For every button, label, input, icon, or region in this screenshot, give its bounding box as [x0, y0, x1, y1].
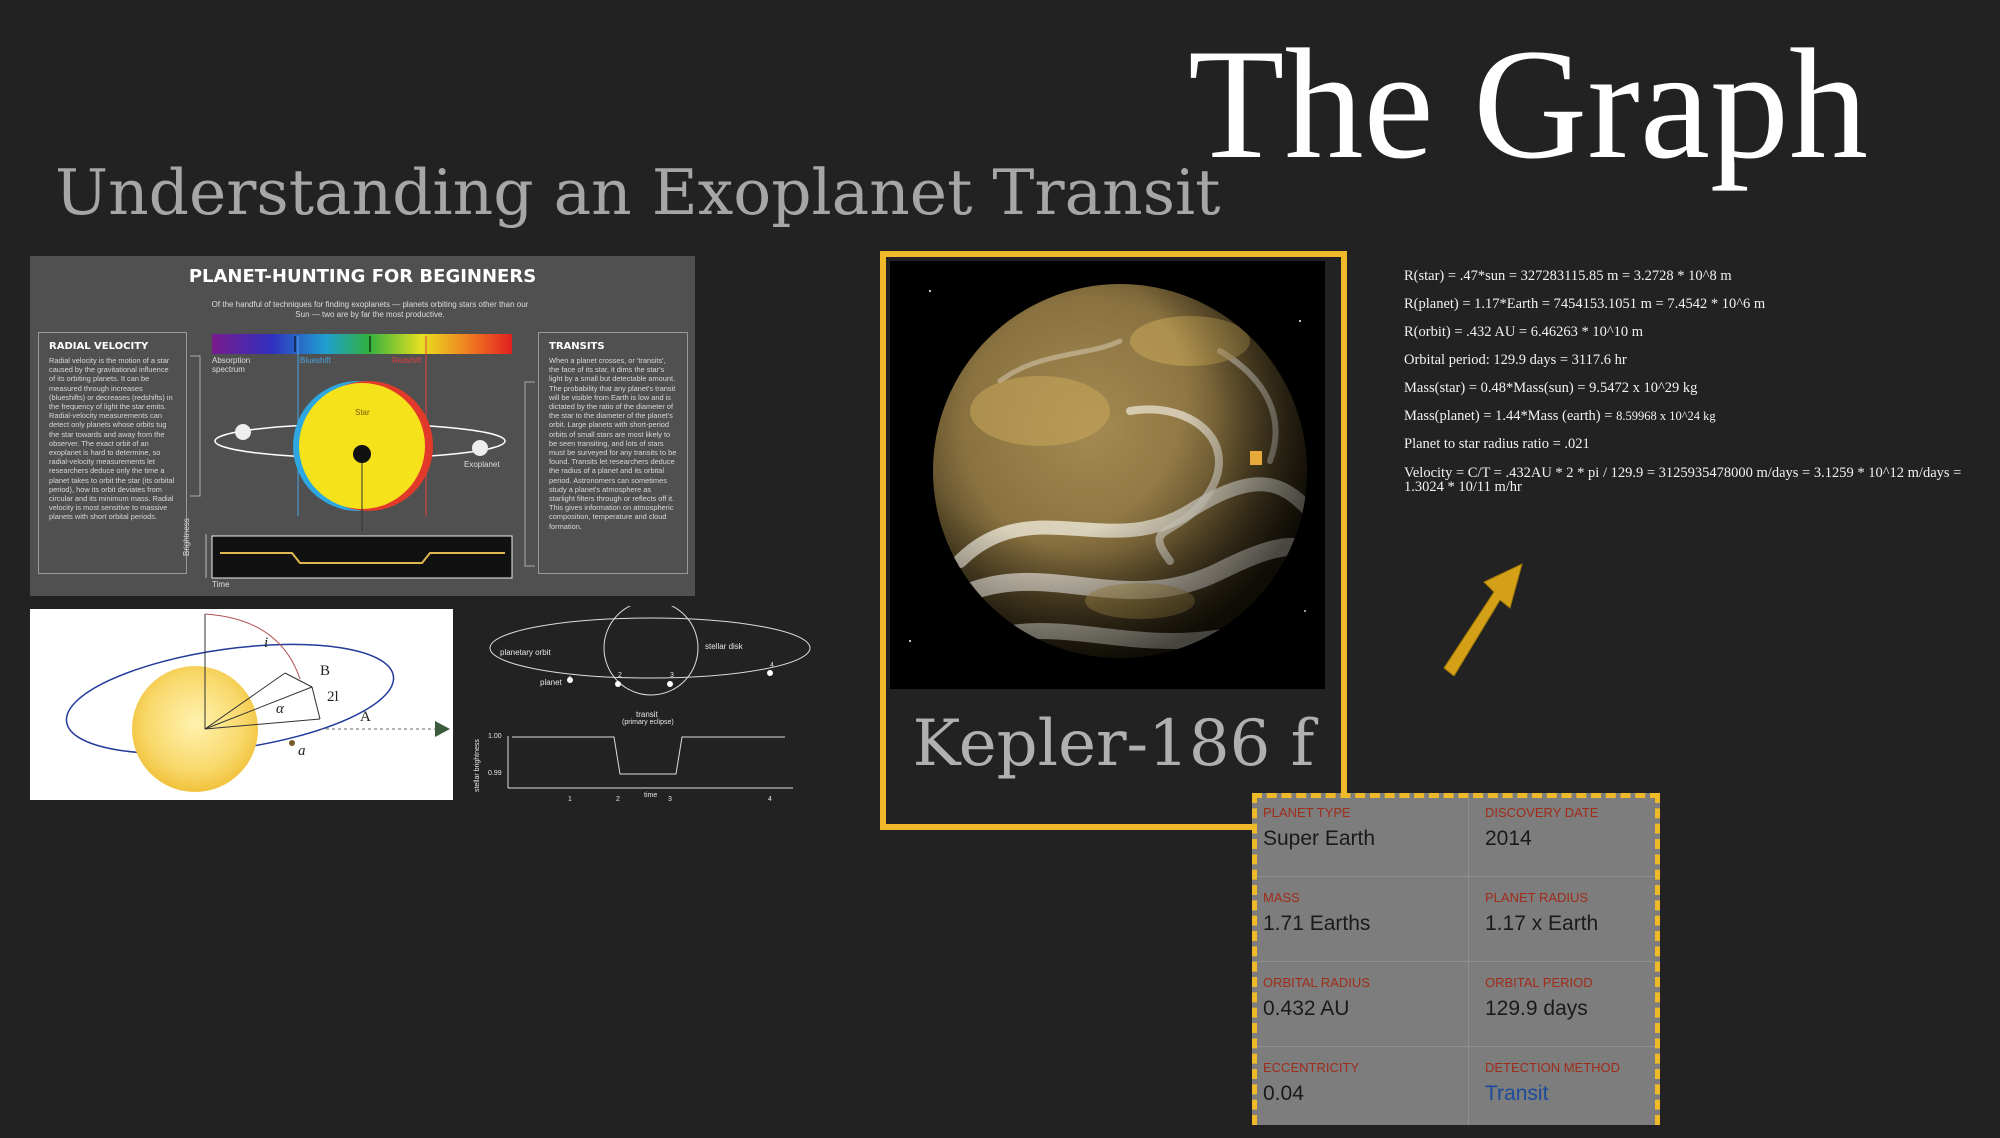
- primary-eclipse-label: (primary eclipse): [622, 719, 674, 726]
- table-cell-planet-radius: PLANET RADIUS 1.17 x Earth: [1479, 883, 1679, 968]
- transit-diagram-illustration: [489, 606, 811, 789]
- formula-orbital-period: Orbital period: 129.9 days = 3117.6 hr: [1404, 352, 1627, 368]
- table-cell-eccentricity: ECCENTRICITY 0.04: [1257, 1053, 1457, 1138]
- transit-label: transit: [636, 710, 658, 719]
- label-2l: 2l: [327, 689, 339, 705]
- formula-list: R(star) = .47*sun = 327283115.85 m = 3.2…: [1404, 264, 1994, 494]
- planet-label: planet: [540, 678, 562, 687]
- planet-data-table: PLANET TYPE Super Earth DISCOVERY DATE 2…: [1252, 793, 1660, 1125]
- orbit-point-1: 1: [568, 676, 572, 683]
- planet-hunting-infographic: PLANET-HUNTING FOR BEGINNERS Of the hand…: [30, 256, 695, 596]
- subtitle: Understanding an Exoplanet Transit: [55, 156, 1221, 229]
- table-value: 2014: [1485, 827, 1532, 850]
- planet-card: Kepler-186 f: [880, 251, 1347, 830]
- x-point-3: 3: [668, 796, 672, 803]
- detection-method-link[interactable]: Transit: [1485, 1080, 1679, 1108]
- transit-diagram: planetary orbit stellar disk planet tran…: [470, 606, 815, 806]
- planet-name: Kepler-186 f: [912, 707, 1315, 781]
- table-key: DETECTION METHOD: [1485, 1060, 1621, 1075]
- planet-image: [890, 261, 1325, 689]
- table-value: 129.9 days: [1485, 997, 1588, 1020]
- table-value: 1.71 Earths: [1263, 912, 1371, 935]
- time-axis-label: Time: [212, 580, 230, 589]
- blueshift-label: Blueshift: [300, 356, 331, 365]
- table-value: 1.17 x Earth: [1485, 912, 1599, 935]
- absorption-label: Absorption spectrum: [212, 356, 251, 374]
- orbit-geometry-illustration: [65, 613, 450, 792]
- planet-illustration: [909, 284, 1307, 658]
- redshift-label: Redshift: [392, 356, 422, 365]
- time-axis-label: time: [644, 792, 658, 799]
- table-key: PLANET RADIUS: [1485, 890, 1589, 905]
- formula-star-mass: Mass(star) = 0.48*Mass(sun) = 9.5472 x 1…: [1404, 380, 1698, 396]
- table-key: PLANET TYPE: [1263, 805, 1351, 820]
- formula-planet-mass: Mass(planet) = 1.44*Mass (earth) = 8.599…: [1404, 404, 1994, 432]
- table-key: MASS: [1263, 890, 1300, 905]
- stellar-disk-label: stellar disk: [705, 642, 743, 651]
- orbit-point-3: 3: [670, 672, 674, 679]
- label-B: B: [320, 663, 331, 679]
- formula-planet-mass-text: Mass(planet) = 1.44*Mass (earth) =: [1404, 408, 1617, 424]
- orbit-point-4: 4: [770, 662, 774, 669]
- y-tick-2: 0.99: [488, 770, 502, 777]
- formula-planet-mass-value: 8.59968 x 10^24 kg: [1616, 409, 1716, 423]
- main-title: The Graph: [1188, 17, 1868, 192]
- table-cell-orbital-period: ORBITAL PERIOD 129.9 days: [1479, 968, 1679, 1053]
- x-point-2: 2: [616, 796, 620, 803]
- table-value: 0.04: [1263, 1082, 1304, 1105]
- label-A: A: [360, 709, 371, 725]
- label-alpha: α: [276, 701, 284, 717]
- table-key: DISCOVERY DATE: [1485, 805, 1599, 820]
- x-point-4: 4: [768, 796, 772, 803]
- formula-orbit-radius: R(orbit) = .432 AU = 6.46263 * 10^10 m: [1404, 324, 1644, 340]
- orbit-geometry-diagram: i B 2l α A a: [30, 609, 453, 800]
- stellar-brightness-axis-label: stellar brightness: [474, 739, 481, 792]
- table-value: Super Earth: [1263, 827, 1376, 850]
- x-point-1: 1: [568, 796, 572, 803]
- planetary-orbit-label: planetary orbit: [500, 648, 551, 657]
- star-label: Star: [355, 408, 370, 417]
- table-value: 0.432 AU: [1263, 997, 1350, 1020]
- formula-velocity: Velocity = C/T = .432AU * 2 * pi / 129.9…: [1404, 465, 1962, 495]
- table-key: ORBITAL PERIOD: [1485, 975, 1593, 990]
- brightness-axis-label: Brightness: [182, 518, 191, 556]
- formula-star-radius: R(star) = .47*sun = 327283115.85 m = 3.2…: [1404, 268, 1732, 284]
- y-tick-1: 1.00: [488, 733, 502, 740]
- formula-radius-ratio: Planet to star radius ratio = .021: [1404, 436, 1590, 452]
- formula-planet-radius: R(planet) = 1.17*Earth = 7454153.1051 m …: [1404, 296, 1766, 312]
- orbit-point-2: 2: [618, 672, 622, 679]
- infographic-illustration: [190, 334, 535, 579]
- table-key: ECCENTRICITY: [1263, 1060, 1360, 1075]
- table-cell-mass: MASS 1.71 Earths: [1257, 883, 1457, 968]
- label-i: i: [264, 635, 269, 651]
- table-cell-discovery-date: DISCOVERY DATE 2014: [1479, 798, 1679, 883]
- exoplanet-label: Exoplanet: [464, 460, 500, 469]
- label-a: a: [298, 743, 306, 759]
- table-cell-orbital-radius: ORBITAL RADIUS 0.432 AU: [1257, 968, 1457, 1053]
- table-cell-planet-type: PLANET TYPE Super Earth: [1257, 798, 1457, 883]
- arrow-up-right-icon: [1443, 563, 1523, 676]
- table-cell-detection-method: DETECTION METHOD Transit: [1479, 1053, 1679, 1138]
- table-key: ORBITAL RADIUS: [1263, 975, 1370, 990]
